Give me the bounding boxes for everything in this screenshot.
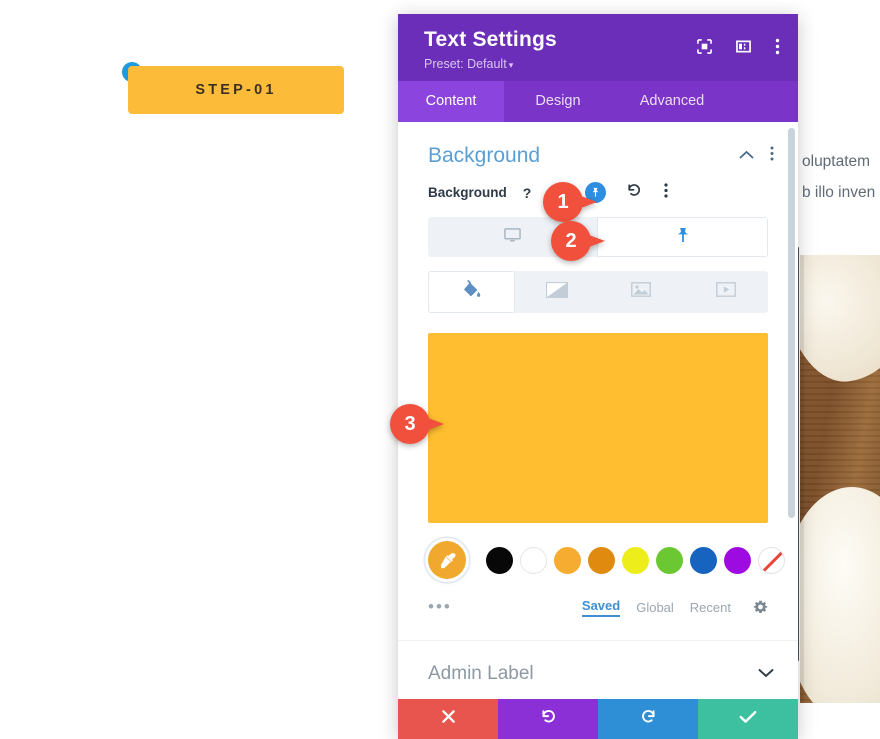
background-color-preview[interactable]	[428, 333, 768, 523]
swatch-orange[interactable]	[588, 546, 615, 574]
chevron-up-icon[interactable]	[739, 147, 754, 165]
responsive-toggle-row	[428, 217, 768, 257]
tab-content[interactable]: Content	[398, 81, 504, 122]
undo-button[interactable]	[498, 699, 598, 739]
background-field-row: Background ?	[398, 168, 798, 203]
swatch-green[interactable]	[656, 546, 683, 574]
background-type-tabs	[428, 271, 768, 313]
swatch-amber[interactable]	[554, 546, 581, 574]
page-body-text: oluptatem b illo inven	[802, 146, 880, 208]
text-settings-modal: Text Settings Preset: Default ▾ Content …	[398, 14, 798, 739]
tab-advanced[interactable]: Advanced	[612, 81, 732, 122]
video-icon	[715, 282, 736, 302]
page-body-text-line-2: b illo inven	[802, 184, 876, 201]
redo-button[interactable]	[598, 699, 698, 739]
preset-selector[interactable]: Preset: Default ▾	[424, 57, 778, 71]
swatch-black[interactable]	[486, 546, 513, 574]
background-gradient-tab[interactable]	[515, 271, 600, 313]
background-section-title: Background	[428, 144, 541, 167]
background-section-actions	[739, 146, 774, 166]
save-button[interactable]	[698, 699, 798, 739]
reset-icon[interactable]	[626, 182, 642, 203]
layout-panel-icon[interactable]	[736, 39, 751, 54]
palette-tab-recent[interactable]: Recent	[690, 600, 731, 615]
desktop-view-button[interactable]	[428, 217, 597, 257]
pin-responsive-icon[interactable]	[585, 182, 607, 203]
undo-icon	[540, 708, 557, 730]
close-icon	[441, 709, 456, 729]
preset-label: Preset: Default	[424, 57, 507, 71]
gear-icon[interactable]	[753, 600, 768, 615]
swatch-white[interactable]	[520, 546, 547, 574]
background-image-tab[interactable]	[599, 271, 684, 313]
section-more-vertical-icon[interactable]	[770, 146, 774, 166]
paint-bucket-icon	[462, 280, 481, 304]
swatch-yellow[interactable]	[622, 546, 649, 574]
more-colors-button[interactable]: •••	[428, 597, 452, 617]
background-section-header: Background	[398, 122, 798, 168]
modal-body: Background Background ? ••• Saved Global…	[398, 122, 798, 699]
pinned-view-button[interactable]	[597, 217, 768, 257]
palette-tab-saved[interactable]: Saved	[581, 598, 621, 617]
swatch-none[interactable]	[758, 546, 785, 574]
preset-caret-icon: ▾	[508, 60, 514, 70]
dough-piece-bottom	[800, 487, 880, 703]
modal-header: Text Settings Preset: Default ▾	[398, 14, 798, 81]
field-more-vertical-icon[interactable]	[664, 182, 668, 203]
modal-tabs: Content Design Advanced	[398, 81, 798, 122]
background-color-tab[interactable]	[428, 271, 515, 313]
palette-controls-row: ••• Saved Global Recent	[428, 597, 768, 617]
step-badge[interactable]: STEP-01	[128, 66, 344, 114]
cancel-button[interactable]	[398, 699, 498, 739]
dough-photo	[800, 255, 880, 703]
palette-tabs: Saved Global Recent	[581, 598, 768, 617]
modal-footer	[398, 699, 798, 739]
monitor-icon	[504, 227, 521, 248]
modal-scrollbar[interactable]	[788, 128, 795, 518]
admin-divider	[398, 640, 798, 641]
swatch-purple[interactable]	[724, 546, 751, 574]
pin-icon	[676, 227, 690, 248]
palette-tab-global[interactable]: Global	[636, 600, 674, 615]
more-vertical-icon[interactable]	[775, 38, 780, 55]
background-video-tab[interactable]	[684, 271, 769, 313]
eyedropper-icon[interactable]	[428, 541, 466, 579]
admin-label-section[interactable]: Admin Label	[398, 663, 798, 685]
background-field-label: Background	[428, 185, 507, 200]
chevron-down-icon[interactable]	[758, 665, 774, 683]
swatch-blue[interactable]	[690, 546, 717, 574]
tab-design[interactable]: Design	[504, 81, 612, 122]
admin-label-title: Admin Label	[428, 663, 534, 684]
redo-icon	[640, 708, 657, 730]
color-swatch-row	[428, 541, 785, 579]
step-badge-label: STEP-01	[195, 82, 277, 98]
fullscreen-icon[interactable]	[697, 39, 712, 54]
help-icon[interactable]: ?	[523, 185, 532, 201]
modal-header-actions	[697, 38, 780, 55]
gradient-icon	[545, 281, 568, 303]
page-body-text-line-1: oluptatem	[802, 153, 871, 170]
image-icon	[631, 282, 652, 302]
check-icon	[739, 710, 757, 729]
